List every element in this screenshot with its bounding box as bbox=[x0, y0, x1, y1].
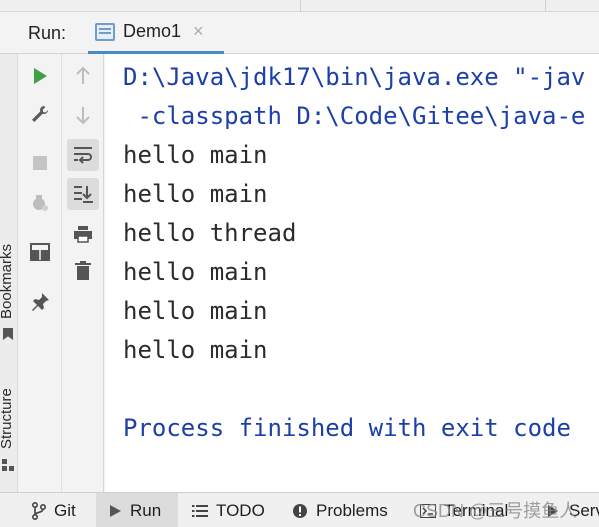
wrench-icon bbox=[32, 106, 48, 122]
run-panel-label: Run: bbox=[28, 23, 67, 43]
print-icon bbox=[74, 226, 92, 243]
trash-icon bbox=[75, 261, 91, 280]
layout-button[interactable] bbox=[24, 236, 56, 268]
next-occurrence-button[interactable] bbox=[67, 99, 99, 131]
pin-tab-button[interactable] bbox=[24, 286, 56, 318]
run-configuration-tab[interactable]: Demo1 × bbox=[88, 12, 224, 54]
console-command-line: -classpath D:\Code\Gitee\java-e bbox=[123, 102, 586, 130]
structure-tool-button[interactable]: Structure bbox=[0, 388, 15, 449]
stop-button[interactable] bbox=[24, 147, 56, 179]
structure-icon bbox=[2, 458, 14, 471]
run-icon bbox=[110, 504, 121, 517]
run-tab-title: Demo1 bbox=[123, 21, 182, 41]
git-label: Git bbox=[54, 500, 76, 520]
left-tool-strip: Bookmarks Structure bbox=[0, 54, 18, 492]
layout-icon bbox=[30, 243, 50, 261]
run-tool-window-header: Run: Demo1 × bbox=[0, 12, 599, 54]
console-output-line: hello main bbox=[123, 141, 268, 169]
problems-label: Problems bbox=[316, 500, 388, 520]
arrow-up-icon bbox=[76, 66, 90, 84]
todo-label: TODO bbox=[216, 500, 265, 520]
bottom-tool-bar: Git Run TODO Problems Terminal Serv CSDN… bbox=[0, 492, 599, 527]
application-icon bbox=[95, 22, 115, 41]
git-branch-icon bbox=[32, 501, 46, 520]
bookmarks-tool-button[interactable]: Bookmarks bbox=[0, 244, 15, 319]
console-output-line: hello thread bbox=[123, 219, 297, 247]
previous-occurrence-button[interactable] bbox=[67, 60, 99, 92]
edit-configuration-button[interactable] bbox=[24, 98, 56, 130]
close-icon[interactable]: × bbox=[193, 21, 204, 42]
console-output-line: hello main bbox=[123, 180, 268, 208]
editor-tab-divider bbox=[300, 0, 301, 12]
run-icon bbox=[34, 68, 47, 84]
list-icon bbox=[192, 504, 208, 517]
console-output-line: hello main bbox=[123, 258, 268, 286]
debug-restart-button[interactable] bbox=[24, 187, 56, 219]
pin-icon bbox=[32, 293, 49, 311]
problems-tool-button[interactable]: Problems bbox=[292, 493, 388, 527]
rerun-button[interactable] bbox=[24, 60, 56, 92]
run-toolbar-primary bbox=[18, 54, 62, 492]
problems-icon bbox=[293, 503, 307, 518]
clear-all-button[interactable] bbox=[67, 255, 99, 287]
soft-wrap-toggle[interactable] bbox=[67, 139, 99, 171]
console-command-line: D:\Java\jdk17\bin\java.exe "-jav bbox=[123, 63, 586, 91]
stop-icon bbox=[33, 156, 47, 170]
console-output-line: hello main bbox=[123, 336, 268, 364]
watermark: CSDN @三号摸鱼人 bbox=[413, 501, 578, 521]
console-output-line: hello main bbox=[123, 297, 268, 325]
editor-tab-strip bbox=[0, 0, 599, 12]
soft-wrap-icon bbox=[74, 147, 92, 164]
git-tool-button[interactable]: Git bbox=[30, 493, 78, 527]
todo-tool-button[interactable]: TODO bbox=[192, 493, 265, 527]
debug-icon bbox=[33, 195, 48, 211]
run-toolbar-secondary bbox=[62, 54, 104, 492]
console-exit-line: Process finished with exit code bbox=[123, 414, 571, 442]
run-tool-button[interactable]: Run bbox=[96, 493, 178, 527]
bookmark-icon bbox=[3, 328, 13, 340]
print-button[interactable] bbox=[67, 218, 99, 250]
scroll-to-end-icon bbox=[74, 186, 93, 203]
scroll-to-end-toggle[interactable] bbox=[67, 178, 99, 210]
arrow-down-icon bbox=[76, 107, 90, 125]
run-label: Run bbox=[130, 500, 162, 520]
console-output[interactable]: D:\Java\jdk17\bin\java.exe "-jav -classp… bbox=[105, 54, 599, 492]
editor-tab-divider bbox=[545, 0, 546, 12]
